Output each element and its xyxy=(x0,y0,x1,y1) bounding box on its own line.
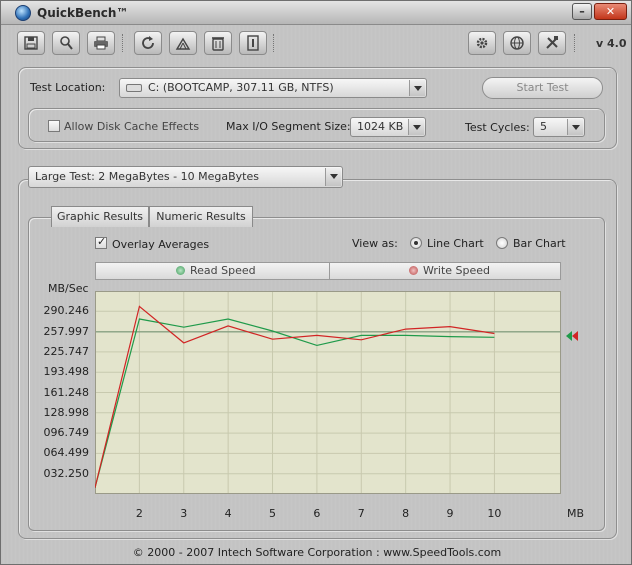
x-tick-label: 7 xyxy=(357,507,365,520)
clean-icon[interactable] xyxy=(169,31,197,55)
write-average-marker-icon xyxy=(572,331,578,341)
refresh-icon[interactable] xyxy=(134,31,162,55)
cache-label: Allow Disk Cache Effects xyxy=(64,120,200,133)
line-chart-radio[interactable] xyxy=(410,237,422,249)
start-test-button[interactable]: Start Test xyxy=(482,77,603,99)
y-tick-label: 193.498 xyxy=(43,365,90,379)
segment-size-value: 1024 KB xyxy=(357,120,404,133)
view-as-label: View as: xyxy=(352,237,398,250)
toolbar-separator xyxy=(574,34,575,52)
bar-chart-radio[interactable] xyxy=(496,237,508,249)
test-cycles-value: 5 xyxy=(540,120,547,133)
x-tick-label: 2 xyxy=(135,507,143,520)
drive-icon xyxy=(126,84,142,92)
legend-read: Read Speed xyxy=(176,263,256,279)
minimize-button[interactable]: – xyxy=(572,3,592,20)
y-tick-label: 128.998 xyxy=(43,405,90,419)
x-tick-label: 4 xyxy=(224,507,232,520)
chevron-down-icon[interactable] xyxy=(567,119,583,135)
y-tick-label: 225.747 xyxy=(43,344,90,358)
info-icon[interactable] xyxy=(239,31,267,55)
toolbar-separator xyxy=(122,34,123,52)
test-location-value: C: (BOOTCAMP, 307.11 GB, NTFS) xyxy=(148,81,334,94)
y-tick-label: 064.499 xyxy=(43,446,90,460)
toolbar: v 4.0 xyxy=(1,26,631,60)
chevron-down-icon[interactable] xyxy=(325,168,341,186)
overlay-averages-label: Overlay Averages xyxy=(112,238,210,251)
x-tick-label: 10 xyxy=(487,507,502,520)
globe-icon[interactable] xyxy=(503,31,531,55)
line-chart-label: Line Chart xyxy=(427,237,484,250)
save-icon[interactable] xyxy=(17,31,45,55)
y-axis-label: MB/Sec xyxy=(48,282,89,295)
close-button[interactable]: ✕ xyxy=(594,3,627,20)
x-tick-label: 3 xyxy=(180,507,188,520)
tools-icon[interactable] xyxy=(538,31,566,55)
test-cycles-select[interactable]: 5 xyxy=(533,117,585,137)
trash-icon[interactable] xyxy=(204,31,232,55)
y-tick-label: 032.250 xyxy=(43,466,90,480)
x-tick-label: 5 xyxy=(269,507,277,520)
x-tick-label: 8 xyxy=(402,507,410,520)
legend-read-label: Read Speed xyxy=(190,264,256,277)
x-axis-label: MB xyxy=(567,507,585,520)
y-tick-label: 096.749 xyxy=(43,426,90,440)
title-bar[interactable]: QuickBench™ – ✕ xyxy=(1,1,631,25)
overlay-averages-checkbox[interactable] xyxy=(95,235,107,249)
version-label: v 4.0 xyxy=(596,37,627,50)
read-speed-dot-icon xyxy=(176,266,185,275)
test-size-value: Large Test: 2 MegaBytes - 10 MegaBytes xyxy=(35,170,259,183)
legend-write-label: Write Speed xyxy=(423,264,491,277)
cache-checkbox[interactable] xyxy=(48,120,60,132)
chevron-down-icon[interactable] xyxy=(409,80,425,96)
legend-write: Write Speed xyxy=(409,263,490,279)
test-location-label: Test Location: xyxy=(30,81,106,94)
tab-numeric-results[interactable]: Numeric Results xyxy=(149,206,253,227)
search-icon[interactable] xyxy=(52,31,80,55)
write-speed-dot-icon xyxy=(409,266,418,275)
y-tick-label: 257.997 xyxy=(43,324,90,338)
bar-chart-label: Bar Chart xyxy=(513,237,566,250)
chevron-down-icon[interactable] xyxy=(408,119,424,135)
legend-divider xyxy=(329,263,330,279)
test-size-select[interactable]: Large Test: 2 MegaBytes - 10 MegaBytes xyxy=(28,166,343,188)
test-cycles-label: Test Cycles: xyxy=(465,121,530,134)
app-logo-icon xyxy=(15,5,31,21)
app-window: QuickBench™ – ✕ v 4.0 Test Location: C: … xyxy=(0,0,632,565)
window-title: QuickBench™ xyxy=(37,6,129,20)
copyright-footer: © 2000 - 2007 Intech Software Corporatio… xyxy=(132,546,502,559)
y-tick-label: 161.248 xyxy=(43,385,90,399)
chart-legend: Read Speed Write Speed xyxy=(95,262,561,280)
tab-graphic-results[interactable]: Graphic Results xyxy=(51,206,149,227)
x-tick-label: 9 xyxy=(446,507,454,520)
x-tick-label: 6 xyxy=(313,507,321,520)
segment-size-select[interactable]: 1024 KB xyxy=(350,117,426,137)
segment-size-label: Max I/O Segment Size: xyxy=(226,120,351,133)
print-icon[interactable] xyxy=(87,31,115,55)
toolbar-separator xyxy=(273,34,274,52)
test-location-select[interactable]: C: (BOOTCAMP, 307.11 GB, NTFS) xyxy=(119,78,427,98)
y-tick-label: 290.246 xyxy=(43,304,90,318)
gear-icon[interactable] xyxy=(468,31,496,55)
speed-chart xyxy=(95,291,561,494)
